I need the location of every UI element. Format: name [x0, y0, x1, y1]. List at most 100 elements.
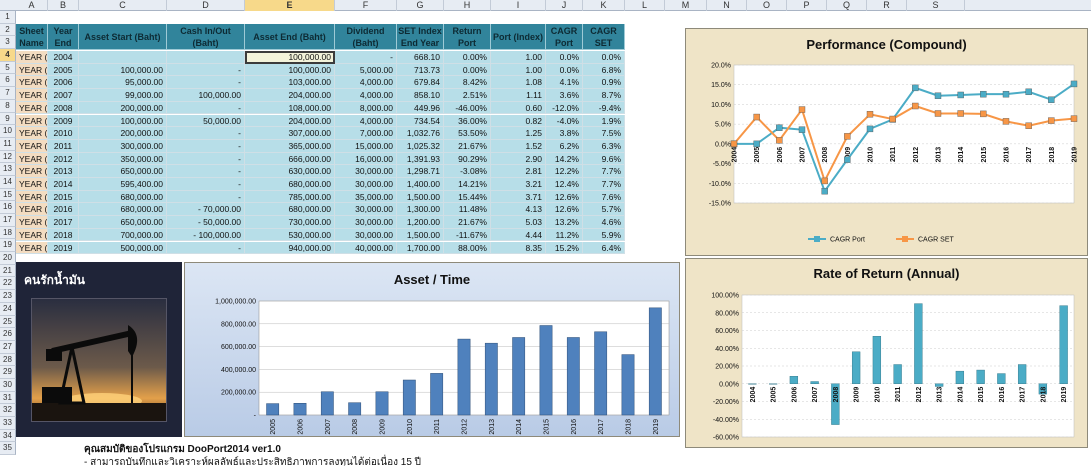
table-cell[interactable]: 2017	[48, 216, 79, 229]
table-cell[interactable]: 650,000.00	[79, 216, 167, 229]
column-header-a[interactable]: A	[16, 0, 48, 11]
table-cell[interactable]: - 70,000.00	[167, 203, 245, 217]
table-cell[interactable]: 5.9%	[583, 228, 625, 242]
table-cell[interactable]: YEAR (13)	[16, 216, 48, 229]
table-cell[interactable]: 3.6%	[546, 89, 583, 102]
table-cell[interactable]: 4.6%	[583, 216, 625, 229]
table-cell[interactable]: 730,000.00	[245, 216, 335, 229]
row-header-27[interactable]: 27	[0, 340, 16, 354]
table-cell[interactable]: 680,000.00	[79, 190, 167, 204]
table-cell[interactable]: 734.54	[397, 114, 444, 128]
row-header-29[interactable]: 29	[0, 366, 16, 379]
row-header-32[interactable]: 32	[0, 404, 16, 417]
table-cell[interactable]: 5,000.00	[335, 63, 397, 77]
row-header-23[interactable]: 23	[0, 290, 16, 303]
table-cell[interactable]: 11.48%	[444, 203, 491, 217]
table-cell[interactable]: YEAR (3)	[16, 89, 48, 102]
table-cell[interactable]: YEAR (6)	[16, 127, 48, 140]
table-cell[interactable]: YEAR (12)	[16, 203, 48, 217]
table-cell[interactable]: -	[167, 178, 245, 191]
table-cell[interactable]: -	[167, 152, 245, 166]
column-header-l[interactable]: L	[625, 0, 665, 11]
table-cell[interactable]: 100,000.00	[79, 63, 167, 77]
table-cell[interactable]: 0.00%	[444, 63, 491, 77]
table-cell[interactable]: 1,298.71	[397, 165, 444, 178]
table-cell[interactable]: - 50,000.00	[167, 216, 245, 229]
table-cell[interactable]: 785,000.00	[245, 190, 335, 204]
table-cell[interactable]: 3.8%	[546, 127, 583, 140]
table-cell[interactable]: 2016	[48, 203, 79, 217]
table-cell[interactable]: 1.9%	[583, 114, 625, 128]
table-cell[interactable]: 8.7%	[583, 89, 625, 102]
table-cell[interactable]: 35,000.00	[335, 190, 397, 204]
table-cell[interactable]: 12.2%	[546, 165, 583, 178]
row-header-20[interactable]: 20	[0, 252, 16, 265]
table-cell[interactable]: 100,000.00	[167, 89, 245, 102]
column-header-q[interactable]: Q	[827, 0, 867, 11]
table-cell[interactable]: -4.0%	[546, 114, 583, 128]
table-cell[interactable]: 666,000.00	[245, 152, 335, 166]
table-cell[interactable]: 2014	[48, 178, 79, 191]
header-cell[interactable]: Asset Start (Baht)	[79, 24, 167, 50]
row-header-13[interactable]: 13	[0, 163, 16, 176]
table-cell[interactable]: 12.6%	[546, 203, 583, 217]
table-cell[interactable]: 307,000.00	[245, 127, 335, 140]
table-cell[interactable]: -	[167, 76, 245, 90]
table-cell[interactable]: 15.2%	[546, 241, 583, 255]
table-cell[interactable]: 858.10	[397, 89, 444, 102]
row-header-12[interactable]: 12	[0, 150, 16, 164]
row-header-6[interactable]: 6	[0, 74, 16, 88]
column-header-k[interactable]: K	[583, 0, 625, 11]
table-cell[interactable]: - 100,000.00	[167, 228, 245, 242]
table-cell[interactable]: 4.13	[491, 203, 546, 217]
row-header-33[interactable]: 33	[0, 417, 16, 430]
table-cell[interactable]: 30,000.00	[335, 216, 397, 229]
table-cell[interactable]: 14.2%	[546, 152, 583, 166]
table-cell[interactable]: 13.2%	[546, 216, 583, 229]
table-cell[interactable]: -11.67%	[444, 228, 491, 242]
table-cell[interactable]: YEAR (2)	[16, 76, 48, 90]
table-cell[interactable]: 500,000.00	[79, 241, 167, 255]
table-cell[interactable]: 2.90	[491, 152, 546, 166]
column-header-g[interactable]: G	[397, 0, 444, 11]
table-cell[interactable]: 0.60	[491, 101, 546, 115]
row-header-16[interactable]: 16	[0, 201, 16, 214]
table-cell[interactable]: 668.10	[397, 51, 444, 64]
table-cell[interactable]: 2012	[48, 152, 79, 166]
table-cell[interactable]: 108,000.00	[245, 101, 335, 115]
column-header-f[interactable]: F	[335, 0, 397, 11]
table-cell[interactable]: 679.84	[397, 76, 444, 90]
table-cell[interactable]: YEAR (0)	[16, 51, 48, 64]
table-cell[interactable]: 940,000.00	[245, 241, 335, 255]
table-cell[interactable]: 21.67%	[444, 139, 491, 153]
table-cell[interactable]: 3.21	[491, 178, 546, 191]
table-cell[interactable]: YEAR (4)	[16, 101, 48, 115]
return-chart[interactable]: Rate of Return (Annual) -60.00% -40.00% -2…	[685, 258, 1088, 448]
table-cell[interactable]: 90.29%	[444, 152, 491, 166]
table-cell[interactable]: 0.00%	[444, 51, 491, 64]
table-cell[interactable]: 1,200.00	[397, 216, 444, 229]
table-cell[interactable]: 680,000.00	[245, 178, 335, 191]
table-cell[interactable]: 2019	[48, 241, 79, 255]
table-cell[interactable]: 2008	[48, 101, 79, 115]
table-cell[interactable]: 3.71	[491, 190, 546, 204]
table-cell[interactable]: YEAR (15)	[16, 241, 48, 255]
header-cell[interactable]: Year End	[48, 24, 79, 50]
table-cell[interactable]: YEAR (14)	[16, 228, 48, 242]
table-cell[interactable]: 16,000.00	[335, 152, 397, 166]
row-header-30[interactable]: 30	[0, 378, 16, 392]
table-cell[interactable]: 2013	[48, 165, 79, 178]
column-header-h[interactable]: H	[444, 0, 491, 11]
table-cell[interactable]: 1,500.00	[397, 228, 444, 242]
table-cell[interactable]: 1.52	[491, 139, 546, 153]
table-cell[interactable]: -3.08%	[444, 165, 491, 178]
table-cell[interactable]: 1.25	[491, 127, 546, 140]
table-cell[interactable]: 204,000.00	[245, 89, 335, 102]
table-cell[interactable]: 200,000.00	[79, 127, 167, 140]
row-header-21[interactable]: 21	[0, 264, 16, 278]
table-cell[interactable]: 7.6%	[583, 190, 625, 204]
row-header-14[interactable]: 14	[0, 175, 16, 189]
table-cell[interactable]: 680,000.00	[245, 203, 335, 217]
table-cell[interactable]: 1,700.00	[397, 241, 444, 255]
table-cell[interactable]: -	[167, 63, 245, 77]
